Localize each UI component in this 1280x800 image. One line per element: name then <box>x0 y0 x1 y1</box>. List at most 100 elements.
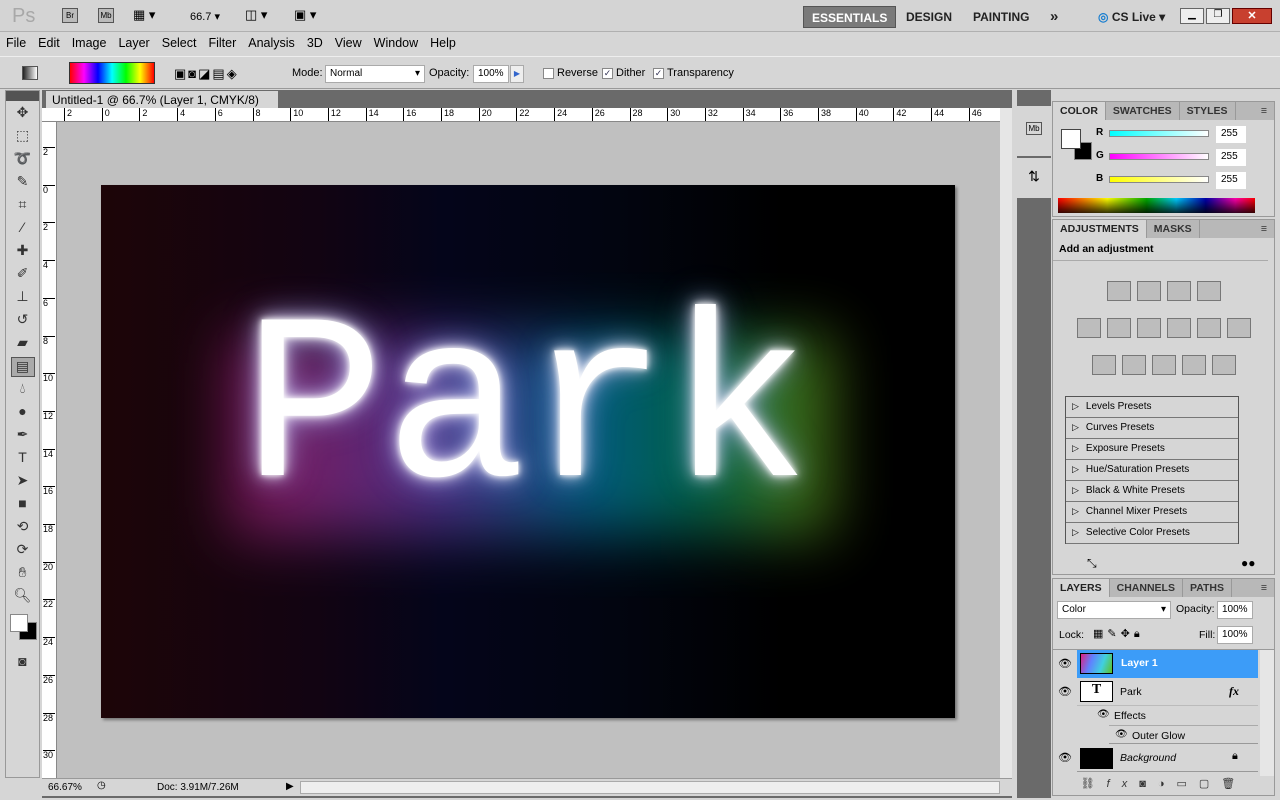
transparency-checkbox[interactable]: ✓ Transparency <box>653 67 734 79</box>
selective-color-presets[interactable]: Selective Color Presets <box>1066 523 1238 544</box>
brush-tool-icon[interactable]: ✐ <box>11 265 35 285</box>
hue-saturation-presets[interactable]: Hue/Saturation Presets <box>1066 460 1238 481</box>
menu-filter[interactable]: Filter <box>202 33 242 53</box>
menu-3d[interactable]: 3D <box>301 33 329 53</box>
gradient-tool-icon[interactable]: ▤ <box>10 357 35 377</box>
tab-channels[interactable]: CHANNELS <box>1110 579 1183 597</box>
layer-row-layer-1[interactable]: Layer 1 <box>1077 650 1258 678</box>
marquee-tool-icon[interactable]: ⬚ <box>11 127 35 147</box>
tab-adjustments[interactable]: ADJUSTMENTS <box>1053 220 1147 238</box>
lasso-tool-icon[interactable]: ➰ <box>11 150 35 170</box>
menu-edit[interactable]: Edit <box>32 33 66 53</box>
layer-row-background[interactable]: Background 🔒︎ <box>1077 744 1258 772</box>
history-brush-tool-icon[interactable]: ↺ <box>11 311 35 331</box>
crop-tool-icon[interactable]: ⌗ <box>11 196 35 216</box>
workspace-painting[interactable]: PAINTING <box>965 6 1037 28</box>
document-tab[interactable]: Untitled-1 @ 66.7% (Layer 1, CMYK/8) *✕ <box>46 91 278 122</box>
outer-glow-row[interactable]: 👁︎ Outer Glow <box>1109 725 1258 744</box>
threshold-icon[interactable] <box>1151 355 1176 375</box>
zoom-percentage[interactable]: 66.67% <box>48 782 82 793</box>
status-info-icon[interactable]: ◷ <box>97 780 106 791</box>
color-ramp[interactable] <box>1058 198 1255 213</box>
history-panel-icon[interactable]: ⇅ <box>1017 158 1051 198</box>
black-white-presets[interactable]: Black & White Presets <box>1066 481 1238 502</box>
transparency-check[interactable]: ✓ <box>653 67 664 79</box>
3d-rotate-tool-icon[interactable]: ⟲ <box>11 518 35 538</box>
invert-icon[interactable] <box>1091 355 1116 375</box>
vertical-scrollbar[interactable] <box>1000 108 1012 778</box>
dodge-tool-icon[interactable]: ● <box>11 403 35 423</box>
blur-tool-icon[interactable]: 💧︎ <box>11 380 35 400</box>
hue-saturation-icon[interactable] <box>1106 318 1131 338</box>
vertical-ruler[interactable]: 2 0 2 4 6 8 10 12 14 16 18 20 22 24 26 28 30 <box>42 122 57 778</box>
clone-stamp-tool-icon[interactable]: ⊥ <box>11 288 35 308</box>
eyedropper-tool-icon[interactable]: ⁄ <box>11 219 35 239</box>
channel-mixer-presets[interactable]: Channel Mixer Presets <box>1066 502 1238 523</box>
gradient-map-icon[interactable] <box>1181 355 1206 375</box>
tab-paths[interactable]: PATHS <box>1183 579 1233 597</box>
view-extras-icon[interactable]: ▦ ▾ <box>133 7 155 23</box>
layers-footer-buttons[interactable]: ⛓fx◙◑▭▢🗑︎ <box>1053 777 1275 795</box>
eye-icon[interactable]: 👁︎ <box>1055 680 1075 704</box>
panel-menu-icon[interactable]: ≡ <box>1254 579 1274 597</box>
menu-layer[interactable]: Layer <box>112 33 155 53</box>
dither-checkbox[interactable]: ✓ Dither <box>602 67 645 79</box>
status-menu-arrow[interactable]: ▶ <box>286 781 294 792</box>
healing-brush-tool-icon[interactable]: ✚ <box>11 242 35 262</box>
fill-input[interactable]: 100% <box>1217 626 1253 644</box>
photo-filter-icon[interactable] <box>1196 318 1221 338</box>
gradient-type-buttons[interactable]: ▣◙◪▤◈ <box>174 66 239 82</box>
menu-file[interactable]: File <box>0 33 32 53</box>
black-white-icon[interactable] <box>1166 318 1191 338</box>
menu-image[interactable]: Image <box>66 33 113 53</box>
selective-color-icon[interactable] <box>1211 355 1236 375</box>
effects-row[interactable]: 👁︎ Effects <box>1077 706 1258 725</box>
tab-masks[interactable]: MASKS <box>1147 220 1200 238</box>
color-balance-icon[interactable] <box>1136 318 1161 338</box>
lock-icons[interactable]: ▦✎✥🔒︎ <box>1093 627 1144 641</box>
type-tool-icon[interactable]: T <box>11 449 35 469</box>
g-slider[interactable] <box>1109 153 1209 160</box>
restore-button[interactable]: ❐ <box>1206 8 1230 24</box>
levels-icon[interactable] <box>1136 281 1161 301</box>
document-canvas[interactable]: Park <box>101 185 955 718</box>
quick-mask-icon[interactable]: ◙ <box>11 653 35 673</box>
more-workspaces-button[interactable]: » <box>1042 6 1066 28</box>
fx-icon[interactable]: fx <box>1229 684 1239 699</box>
b-value[interactable]: 255 <box>1216 172 1246 189</box>
workspace-design[interactable]: DESIGN <box>898 6 960 28</box>
r-slider[interactable] <box>1109 130 1209 137</box>
vibrance-icon[interactable] <box>1076 318 1101 338</box>
quick-selection-tool-icon[interactable]: ✎ <box>11 173 35 193</box>
path-selection-tool-icon[interactable]: ➤ <box>11 472 35 492</box>
screen-mode-icon[interactable]: ▣ ▾ <box>294 7 316 23</box>
workspace-essentials[interactable]: ESSENTIALS <box>803 6 897 28</box>
g-value[interactable]: 255 <box>1216 149 1246 166</box>
tab-layers[interactable]: LAYERS <box>1053 579 1110 597</box>
minimize-button[interactable]: ▁ <box>1180 8 1204 24</box>
layer-row-park[interactable]: T Park fx <box>1077 678 1258 706</box>
menu-view[interactable]: View <box>329 33 368 53</box>
layer-opacity-input[interactable]: 100% <box>1217 601 1253 619</box>
effects-eye-icon[interactable]: 👁︎ <box>1097 709 1110 720</box>
menu-analysis[interactable]: Analysis <box>242 33 301 53</box>
opacity-input[interactable]: 100% <box>473 65 509 83</box>
eye-icon[interactable]: 👁︎ <box>1055 652 1075 676</box>
panel-menu-icon[interactable]: ≡ <box>1254 220 1274 238</box>
channel-mixer-icon[interactable] <box>1226 318 1251 338</box>
bridge-button[interactable]: Br <box>62 8 78 23</box>
reverse-checkbox[interactable]: Reverse <box>543 67 598 79</box>
mini-bridge-panel-icon[interactable]: Mb <box>1017 106 1051 156</box>
eraser-tool-icon[interactable]: ▰ <box>11 334 35 354</box>
exposure-icon[interactable] <box>1196 281 1221 301</box>
zoom-level-dropdown[interactable]: 66.7 ▾ <box>190 10 220 23</box>
mode-dropdown[interactable]: Normal ▾ <box>325 65 425 83</box>
posterize-icon[interactable] <box>1121 355 1146 375</box>
opacity-slider-button[interactable]: ▶ <box>510 65 524 83</box>
tab-swatches[interactable]: SWATCHES <box>1106 102 1180 120</box>
zoom-tool-icon[interactable]: 🔍︎ <box>11 587 35 607</box>
tab-styles[interactable]: STYLES <box>1180 102 1236 120</box>
eye-icon[interactable]: 👁︎ <box>1055 746 1075 770</box>
blend-mode-dropdown[interactable]: Color ▾ <box>1057 601 1171 619</box>
arrange-documents-icon[interactable]: ◫ ▾ <box>245 7 267 23</box>
